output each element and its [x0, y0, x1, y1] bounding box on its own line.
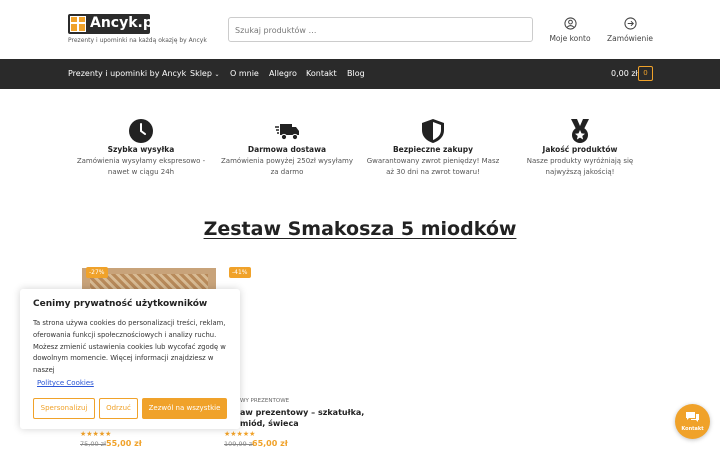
sale-badge: -41% [229, 267, 251, 278]
old-price: 109,99 zł [224, 440, 255, 448]
site-header: Ancyk.pl Prezenty i upominki na każdą ok… [0, 0, 720, 59]
product-name[interactable]: aw prezentowy – szkatułka, miód, świeca [240, 407, 370, 429]
sale-price: 65,00 zł [252, 439, 288, 448]
cart-count-badge[interactable]: 0 [638, 66, 653, 81]
shield-icon [422, 119, 444, 143]
search-input[interactable] [229, 19, 532, 42]
cookie-consent-dialog: Cenimy prywatność użytkowników Ta strona… [20, 289, 240, 429]
feature-safe-shopping: Bezpieczne zakupy Gwarantowany zwrot pie… [363, 118, 503, 178]
sale-price: 55,00 zł [106, 439, 142, 448]
clock-icon [129, 119, 153, 143]
chat-label: Kontakt [681, 426, 704, 432]
feature-title: Bezpieczne zakupy [392, 145, 474, 154]
truck-icon [275, 124, 299, 141]
nav-item-shop[interactable]: Sklep ⌄ [190, 69, 220, 78]
site-logo[interactable]: Ancyk.pl [68, 14, 158, 34]
product-image[interactable] [228, 268, 362, 392]
feature-quality: Jakość produktów Nasze produkty wyróżnia… [510, 118, 650, 178]
cookie-policy-link[interactable]: Polityce Cookies [37, 379, 94, 387]
nav-item-blog[interactable]: Blog [347, 69, 365, 78]
nav-item-contact[interactable]: Kontakt [306, 69, 337, 78]
sale-badge: -27% [86, 267, 108, 278]
old-price: 75,00 zł [80, 440, 106, 448]
medal-icon [571, 119, 589, 143]
nav-item-shop-label: Sklep [190, 69, 212, 78]
feature-fast-shipping: Szybka wysyłka Zamówienia wysyłamy ekspr… [71, 118, 211, 178]
search-box [228, 17, 533, 42]
nav-item-about[interactable]: O mnie [230, 69, 259, 78]
feature-text: Gwarantowany zwrot pieniędzy! Masz aż 30… [366, 157, 500, 176]
main-nav: Prezenty i upominki by Ancyk Sklep ⌄ O m… [0, 59, 720, 89]
reject-button[interactable]: Odrzuć [99, 398, 138, 419]
user-icon [563, 17, 577, 30]
cart-total[interactable]: 0,00 zł [611, 69, 638, 78]
feature-title: Jakość produktów [542, 145, 618, 154]
site-tagline: Prezenty i upominki na każdą okazję by A… [68, 37, 207, 44]
feature-free-delivery: Darmowa dostawa Zamówienia powyżej 250zł… [217, 118, 357, 178]
nav-item-allegro[interactable]: Allegro [269, 69, 297, 78]
arrow-right-circle-icon [623, 17, 637, 30]
chat-icon [686, 412, 699, 422]
product-category[interactable]: WY PREZENTOWE [240, 398, 289, 404]
order-link[interactable]: Zamówienie [605, 17, 655, 43]
feature-text: Nasze produkty wyróżniają się najwyższą … [526, 157, 634, 176]
feature-text: Zamówienia wysyłamy ekspresowo - nawet w… [76, 157, 206, 176]
feature-title: Szybka wysyłka [107, 145, 175, 154]
order-label: Zamówienie [607, 34, 653, 43]
cookie-text: Ta strona używa cookies do personalizacj… [33, 319, 226, 375]
rating-stars: ★★★★★ [224, 430, 256, 438]
accept-all-button[interactable]: Zezwól na wszystkie [142, 398, 227, 419]
nav-item-home[interactable]: Prezenty i upominki by Ancyk [68, 69, 186, 78]
page-title: Zestaw Smakosza 5 miodków [203, 218, 517, 240]
chevron-down-icon: ⌄ [214, 71, 220, 78]
feature-text: Zamówienia powyżej 250zł wysyłamy za dar… [221, 157, 353, 176]
account-label: Moje konto [549, 34, 591, 43]
account-link[interactable]: Moje konto [545, 17, 595, 43]
logo-text: Ancyk.pl [90, 15, 158, 31]
rating-stars: ★★★★★ [80, 430, 112, 438]
feature-title: Darmowa dostawa [247, 145, 327, 154]
cookie-title: Cenimy prywatność użytkowników [33, 299, 208, 309]
contact-chat-button[interactable]: Kontakt [675, 404, 710, 439]
gift-icon [70, 16, 86, 32]
customize-button[interactable]: Spersonalizuj [33, 398, 95, 419]
